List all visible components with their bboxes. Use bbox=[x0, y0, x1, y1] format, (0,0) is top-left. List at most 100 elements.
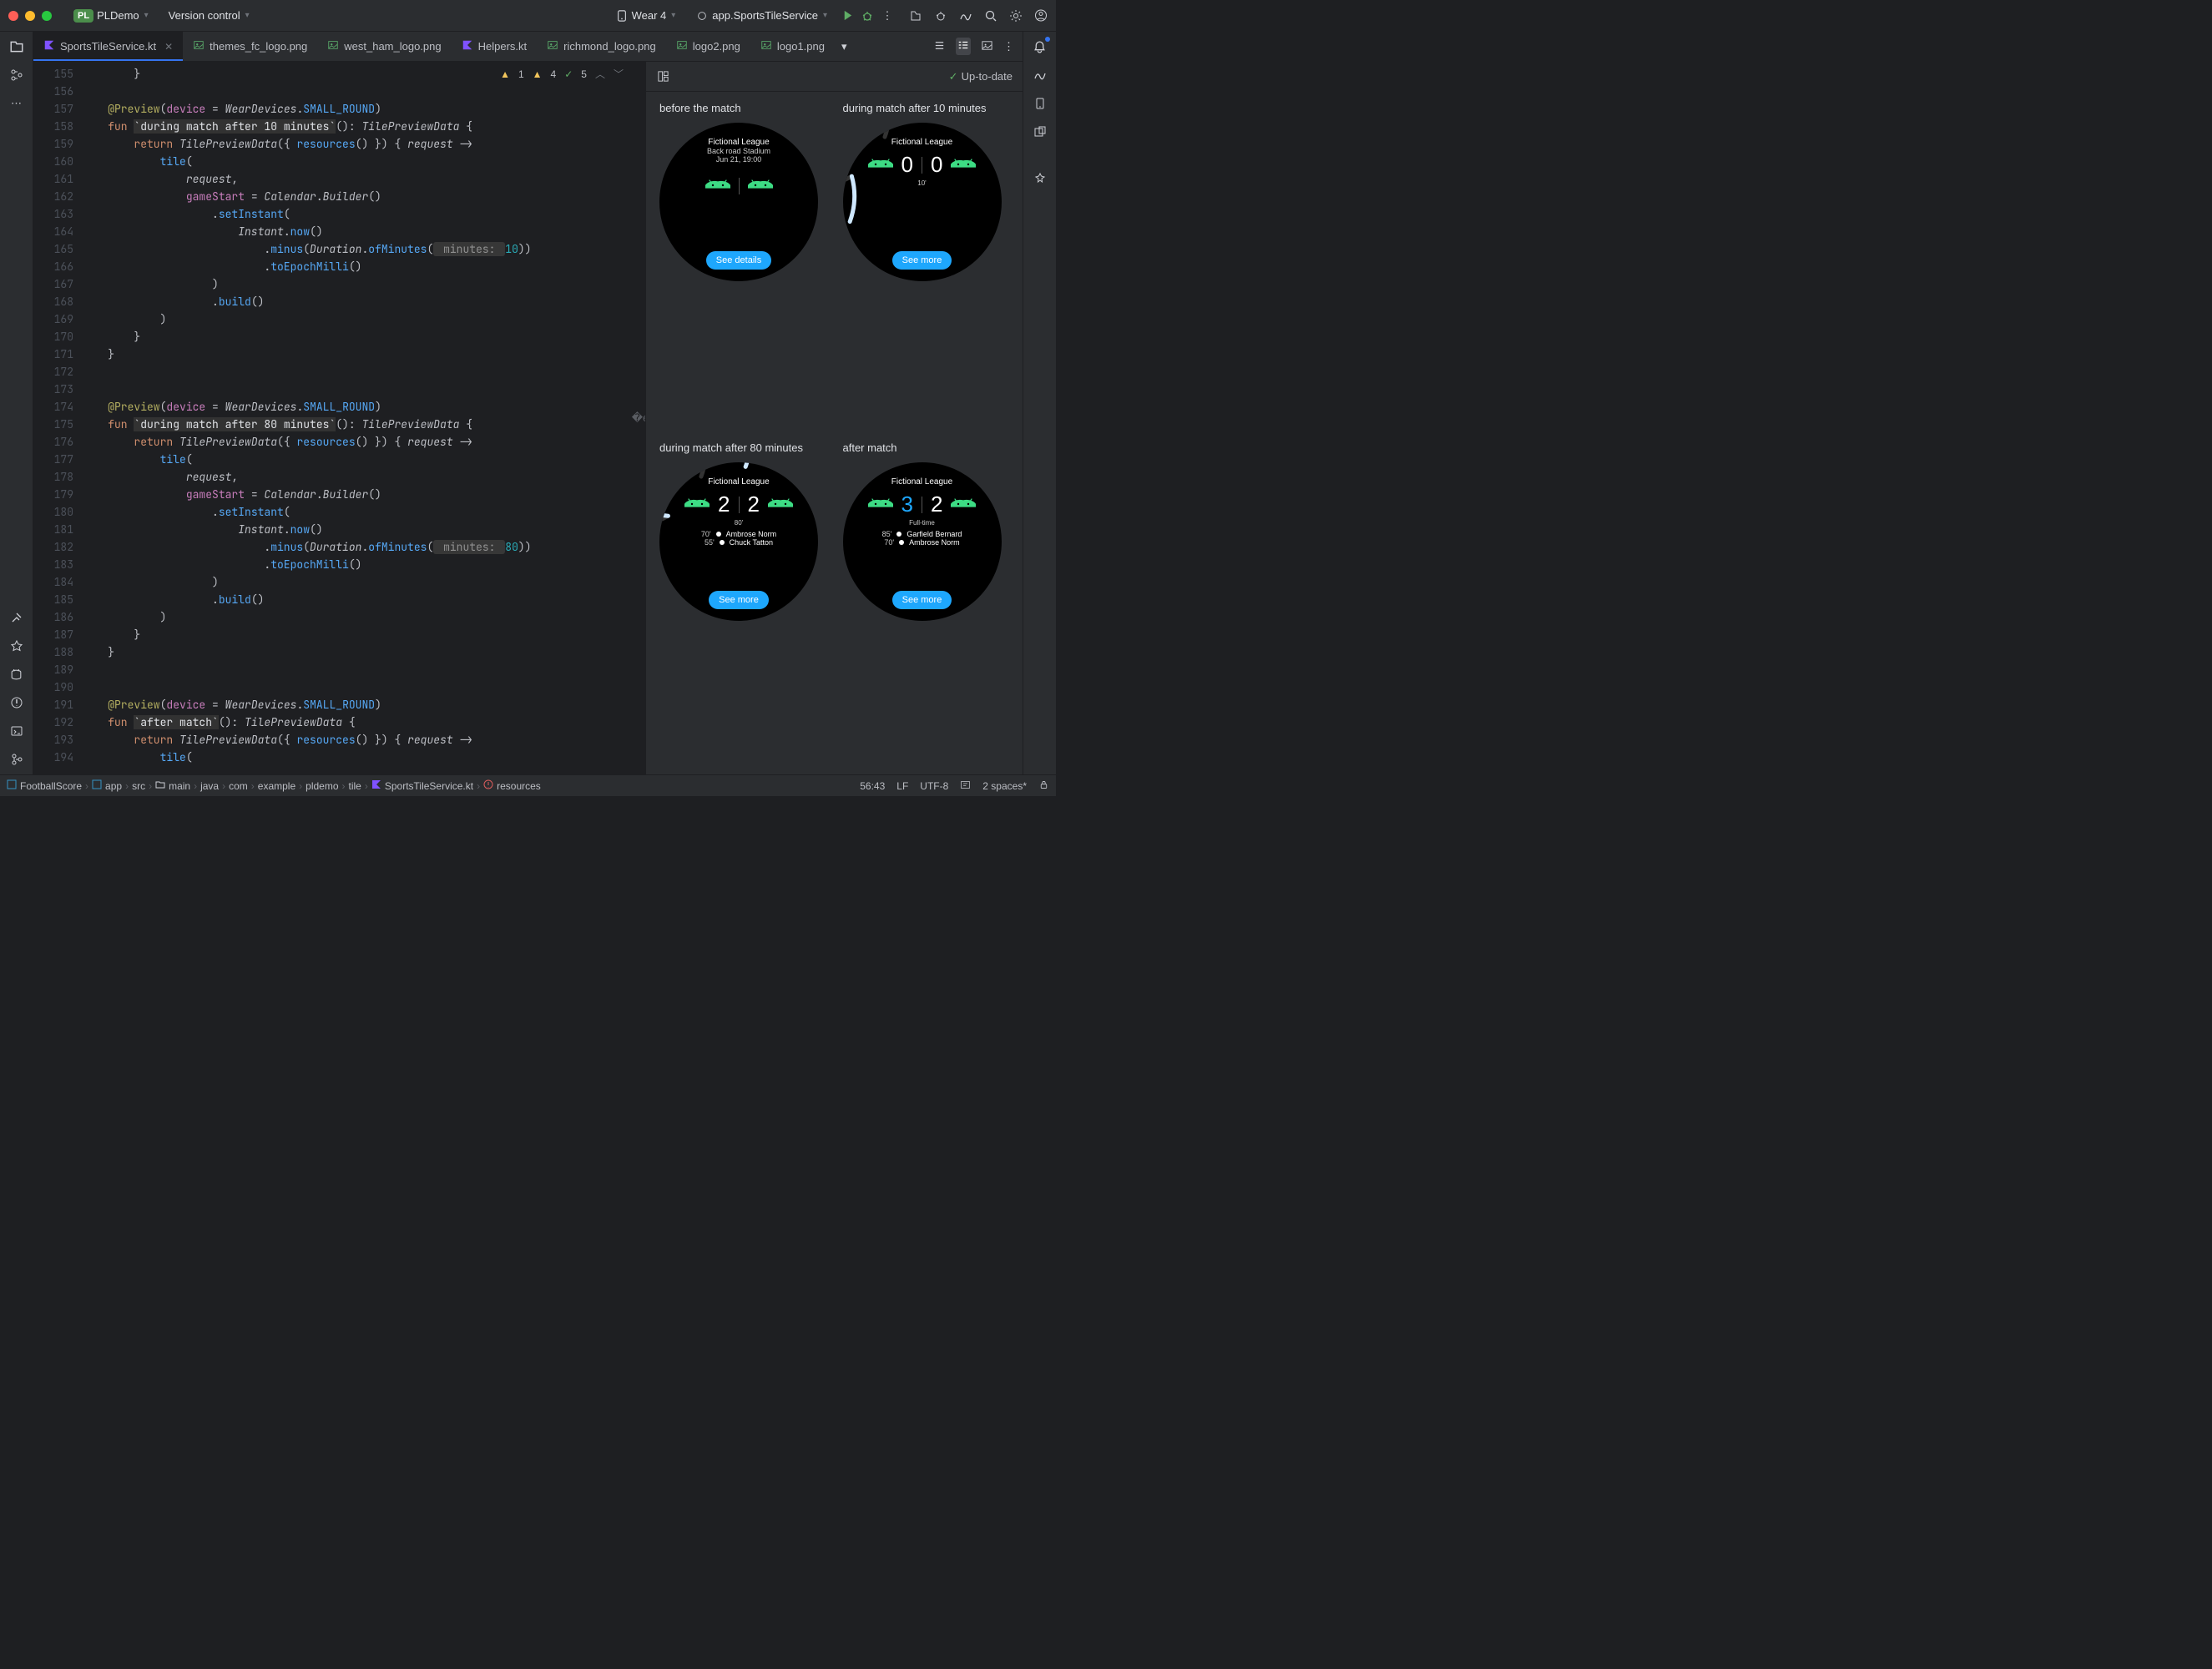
breadcrumb-icon bbox=[92, 779, 102, 792]
breadcrumb-item[interactable]: SportsTileService.kt bbox=[371, 779, 473, 792]
run-config-selector[interactable]: app.SportsTileService ▾ bbox=[689, 6, 834, 26]
breadcrumb-text: tile bbox=[349, 780, 361, 792]
editor-tab[interactable]: themes_fc_logo.png bbox=[183, 32, 317, 61]
breadcrumb-text: example bbox=[258, 780, 295, 792]
indent-widget[interactable]: 2 spaces* bbox=[982, 780, 1027, 792]
tile-action-button[interactable]: See more bbox=[892, 591, 952, 609]
inspection-widget[interactable]: ▲1 ▲4 ✓5 ︿ ﹀ bbox=[500, 67, 624, 81]
tab-label: themes_fc_logo.png bbox=[210, 40, 307, 53]
close-tab-icon[interactable]: ✕ bbox=[164, 41, 173, 53]
notifications-icon[interactable] bbox=[1032, 38, 1048, 55]
breadcrumb-text: resources bbox=[497, 780, 541, 792]
preview-tile[interactable]: after matchFictional League32Full-time85… bbox=[843, 441, 1010, 764]
image-file-icon bbox=[760, 39, 772, 53]
preview-grid[interactable]: before the matchFictional LeagueBack roa… bbox=[646, 92, 1023, 774]
breadcrumb-item[interactable]: app bbox=[92, 779, 122, 792]
settings-icon[interactable] bbox=[1009, 9, 1023, 23]
file-encoding[interactable]: UTF-8 bbox=[920, 780, 948, 792]
tab-label: richmond_logo.png bbox=[563, 40, 656, 53]
breadcrumb-item[interactable]: com bbox=[229, 780, 248, 792]
editor-tab[interactable]: richmond_logo.png bbox=[537, 32, 666, 61]
next-highlight-icon[interactable]: ﹀ bbox=[614, 67, 624, 81]
chevron-down-icon: ▾ bbox=[144, 11, 149, 20]
breadcrumb-item[interactable]: FootballScore bbox=[7, 779, 82, 792]
line-separator[interactable]: LF bbox=[896, 780, 908, 792]
weak-count: 5 bbox=[581, 68, 587, 80]
run-button[interactable] bbox=[841, 9, 854, 23]
project-name: PLDemo bbox=[97, 9, 139, 22]
breadcrumb-item[interactable]: main bbox=[155, 779, 190, 792]
vcs-widget[interactable]: Version control ▾ bbox=[162, 6, 256, 25]
preview-layout-icon[interactable] bbox=[656, 70, 669, 83]
updates-icon[interactable] bbox=[934, 9, 947, 23]
lock-icon[interactable] bbox=[1038, 779, 1049, 793]
editor-tab[interactable]: logo1.png bbox=[750, 32, 835, 61]
tile-action-button[interactable]: See more bbox=[709, 591, 769, 609]
project-tool-icon[interactable] bbox=[8, 38, 25, 55]
vcs-label: Version control bbox=[169, 9, 240, 22]
code-with-me-icon[interactable] bbox=[909, 9, 922, 23]
build-tool-icon[interactable] bbox=[8, 609, 25, 626]
window-close[interactable] bbox=[8, 11, 18, 21]
more-actions[interactable]: ⋮ bbox=[881, 9, 894, 23]
image-preview-icon[interactable] bbox=[981, 39, 993, 54]
team-logo-icon bbox=[705, 175, 730, 196]
breadcrumb-item[interactable]: example bbox=[258, 780, 295, 792]
ai-assistant-icon[interactable] bbox=[1032, 170, 1048, 187]
breadcrumbs[interactable]: FootballScore›app›src›main›java›com›exam… bbox=[7, 779, 860, 792]
readonly-toggle-icon[interactable] bbox=[960, 779, 971, 793]
more-tool-icon[interactable]: ⋯ bbox=[8, 95, 25, 112]
debug-button[interactable] bbox=[861, 9, 874, 23]
project-badge: PL bbox=[73, 9, 93, 23]
watch-face: Fictional LeagueBack road StadiumJun 21,… bbox=[659, 123, 818, 281]
account-icon[interactable] bbox=[1034, 9, 1048, 23]
tile-action-button[interactable]: See details bbox=[706, 251, 771, 270]
preview-tile[interactable]: during match after 80 minutesFictional L… bbox=[659, 441, 826, 764]
breadcrumb-text: com bbox=[229, 780, 248, 792]
terminal-tool-icon[interactable] bbox=[8, 723, 25, 739]
device-selector[interactable]: Wear 4 ▾ bbox=[609, 6, 683, 26]
kotlin-file-icon bbox=[43, 39, 55, 53]
profiler-rail-icon[interactable] bbox=[1032, 67, 1048, 83]
breadcrumb-item[interactable]: resources bbox=[483, 779, 541, 792]
breadcrumb-item[interactable]: pldemo bbox=[306, 780, 338, 792]
image-file-icon bbox=[676, 39, 688, 53]
window-maximize[interactable] bbox=[42, 11, 52, 21]
tab-overflow-chevron[interactable]: ▾ bbox=[841, 40, 847, 53]
editor-tab[interactable]: SportsTileService.kt✕ bbox=[33, 32, 183, 61]
breadcrumb-text: src bbox=[132, 780, 145, 792]
prev-highlight-icon[interactable]: ︿ bbox=[595, 67, 605, 81]
gutter[interactable]: 1551561571581591601611621631641651661671… bbox=[33, 62, 82, 774]
preview-tile-label: during match after 80 minutes bbox=[659, 441, 826, 454]
breadcrumb-item[interactable]: tile bbox=[349, 780, 361, 792]
breadcrumb-item[interactable]: src bbox=[132, 780, 145, 792]
editor-tab[interactable]: Helpers.kt bbox=[452, 32, 538, 61]
structure-tool-icon[interactable] bbox=[8, 67, 25, 83]
device-manager-icon[interactable] bbox=[1032, 95, 1048, 112]
preview-tile[interactable]: before the matchFictional LeagueBack roa… bbox=[659, 102, 826, 425]
breadcrumb-item[interactable]: java bbox=[200, 780, 219, 792]
vcs-tool-icon[interactable] bbox=[8, 751, 25, 768]
search-icon[interactable] bbox=[984, 9, 997, 23]
list-view-icon[interactable] bbox=[933, 39, 946, 54]
preview-tile[interactable]: during match after 10 minutesFictional L… bbox=[843, 102, 1010, 425]
problems-tool-icon[interactable] bbox=[8, 694, 25, 711]
logcat-tool-icon[interactable] bbox=[8, 666, 25, 683]
tile-action-button[interactable]: See more bbox=[892, 251, 952, 270]
check-icon: ✓ bbox=[949, 70, 958, 83]
bookmarks-tool-icon[interactable] bbox=[8, 638, 25, 654]
project-selector[interactable]: PL PLDemo ▾ bbox=[67, 6, 155, 26]
editor-tab[interactable]: logo2.png bbox=[666, 32, 750, 61]
tab-options-icon[interactable]: ⋮ bbox=[1003, 40, 1014, 53]
code-editor[interactable]: ▲1 ▲4 ✓5 ︿ ﹀ 155156157158159160161162163… bbox=[33, 62, 635, 774]
split-handle[interactable]: �é bbox=[635, 62, 645, 774]
profiler-icon[interactable] bbox=[959, 9, 972, 23]
window-minimize[interactable] bbox=[25, 11, 35, 21]
grid-view-icon[interactable] bbox=[956, 38, 971, 55]
emulator-icon[interactable] bbox=[1032, 124, 1048, 140]
editor-tab[interactable]: west_ham_logo.png bbox=[317, 32, 451, 61]
caret-position[interactable]: 56:43 bbox=[860, 780, 885, 792]
image-file-icon bbox=[547, 39, 558, 53]
warning-count: 4 bbox=[551, 68, 557, 80]
code-area[interactable]: } @Preview(device = WearDevices.SMALL_RO… bbox=[82, 62, 635, 774]
